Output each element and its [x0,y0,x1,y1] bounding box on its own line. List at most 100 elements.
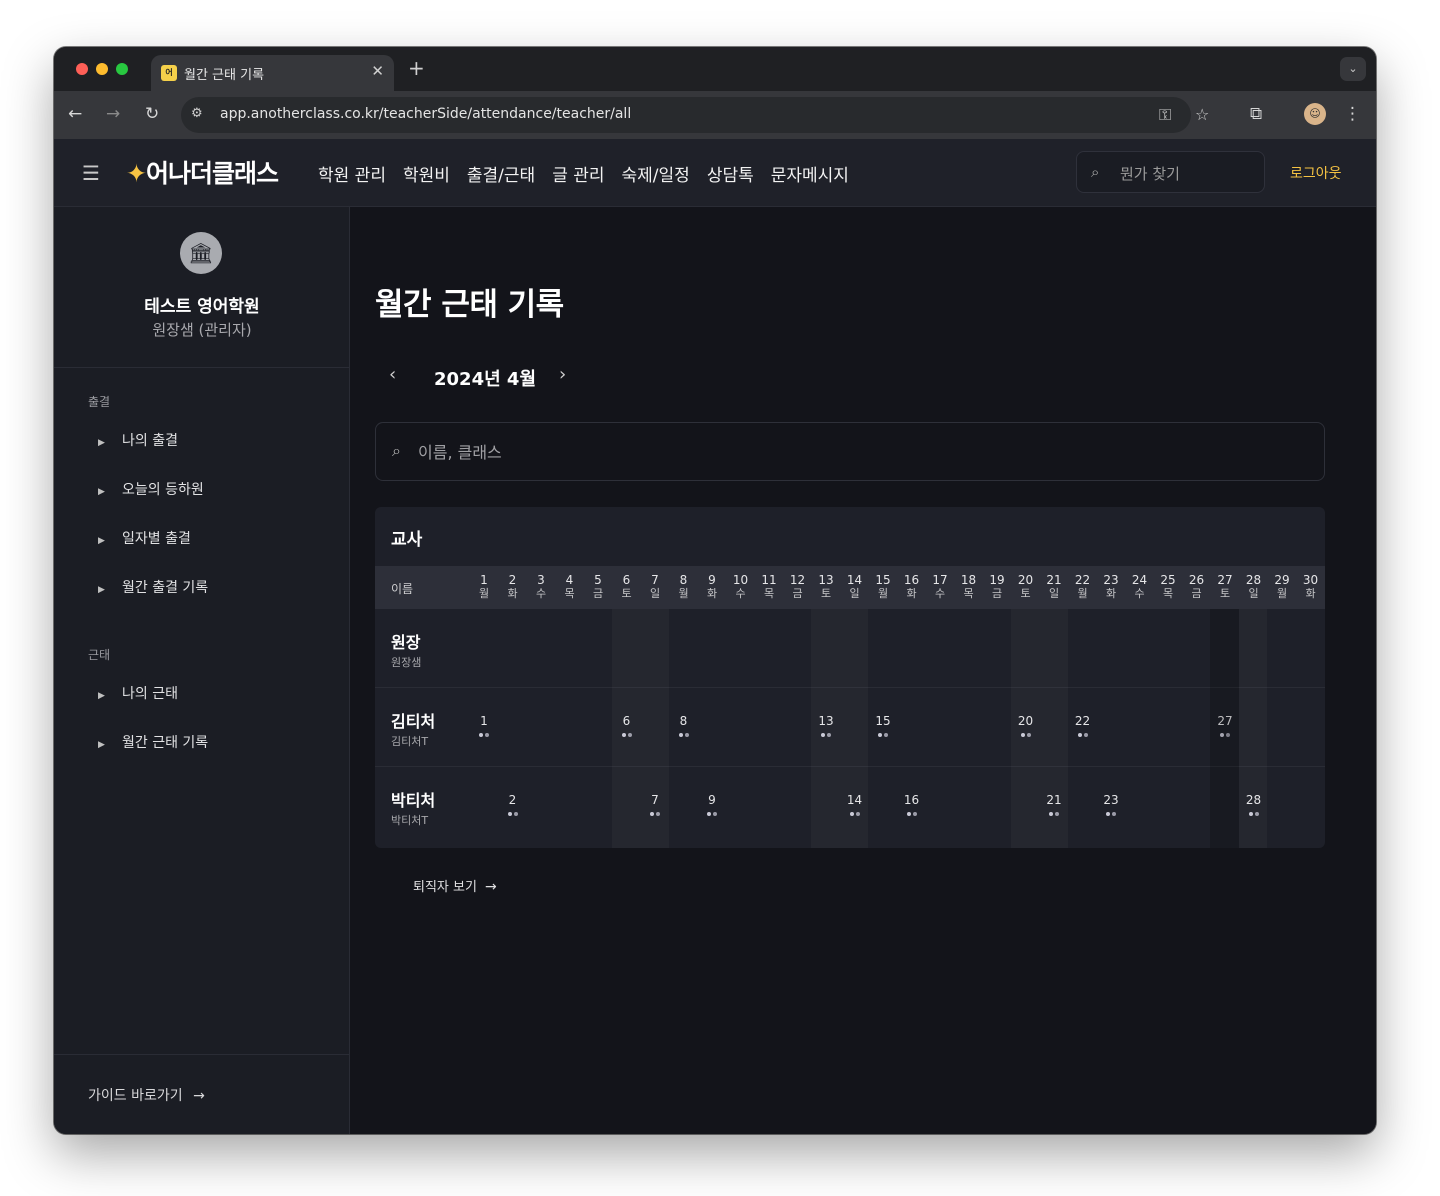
attendance-table: 교사 이름 1 월 2 화 3 수 4 목 5 금 6 토 7 일 8 월 9 화 10 수 11 목 12 금 13 토 14 일 1… [375,507,1325,848]
day-number: 19 [989,573,1005,587]
teacher-name: 박티처 [391,791,436,810]
day-weekday: 수 [535,587,547,600]
day-column-header: 5금 [584,574,612,601]
nav-item-fees[interactable]: 학원비 [403,161,450,186]
day-number: 23 [1103,573,1119,587]
sidebar-item-today-checkin[interactable]: ▶ 오늘의 등하원 [98,479,204,499]
minimize-window-button[interactable] [96,63,108,75]
guide-link[interactable]: 가이드 바로가기 → [88,1085,205,1105]
column-shade [1011,609,1068,848]
nav-item-academy[interactable]: 학원 관리 [318,161,386,186]
attendance-day: 2 [508,793,517,807]
day-number: 22 [1074,573,1091,587]
day-column-header: 27 토 [1211,573,1239,601]
checkout-dot-icon [713,812,717,816]
day-number: 20 [1017,573,1034,587]
forward-icon[interactable]: → [106,104,120,124]
reload-icon[interactable]: ↻ [145,104,159,124]
sidebar-item-monthly-attendance[interactable]: ▶ 월간 출결 기록 [98,577,208,597]
teacher-name: 원장 [391,633,421,652]
attendance-cell[interactable]: 15 [869,714,897,737]
checkin-dot-icon [678,733,683,737]
day-weekday: 금 [592,587,604,600]
maximize-window-button[interactable] [116,63,128,75]
site-settings-icon[interactable]: ⚙ [191,106,203,121]
day-column-header: 23 화 [1097,573,1125,601]
day-number: 4 [565,573,574,587]
browser-menu-icon[interactable]: ⋮ [1344,104,1361,124]
address-bar[interactable]: ⚙ app.anotherclass.co.kr/teacherSide/att… [181,97,1209,133]
attendance-day: 16 [903,793,920,807]
global-search[interactable]: ⌕ 뭔가 찾기 [1076,151,1265,193]
day-weekday: 월 [1077,587,1088,600]
day-column-header: 14 일 [841,574,869,601]
checkout-dot-icon [513,812,518,816]
day-weekday: 월 [1276,587,1288,600]
chevron-right-icon[interactable]: › [559,364,566,385]
day-column-header: 1월 [470,574,498,601]
sidebar-item-my-attendance[interactable]: ▶ 나의 출결 [98,430,178,450]
day-number: 27 [1217,573,1233,587]
day-weekday: 목 [963,587,974,600]
retired-link-label: 퇴직자 보기 [413,880,477,895]
logo-spark-icon: ✦ [126,159,147,188]
search-input[interactable] [418,435,1298,469]
url-text[interactable]: app.anotherclass.co.kr/teacherSide/atten… [220,106,631,122]
attendance-cell[interactable]: 9 [698,793,726,816]
column-shade [1239,609,1268,848]
attendance-day: 1 [480,714,488,728]
new-tab-icon[interactable]: + [408,56,425,80]
checkout-dot-icon [485,733,489,737]
sidebar-item-monthly-work[interactable]: ▶ 월간 근태 기록 [98,732,208,752]
logout-button[interactable]: 로그아웃 [1290,163,1342,183]
sidebar-item-label: 나의 출결 [122,433,178,449]
checkin-dot-icon [1106,812,1110,816]
main-nav: 학원 관리 학원비 출결/근태 글 관리 숙제/일정 상담톡 문자메시지 [318,161,849,186]
day-weekday: 토 [820,587,832,600]
day-number: 16 [903,573,920,587]
close-window-button[interactable] [76,63,88,75]
nav-item-homework[interactable]: 숙제/일정 [622,161,690,186]
bookmark-star-icon[interactable]: ☆ [1195,105,1209,124]
password-key-icon[interactable]: ⚿ [1159,105,1171,125]
browser-tab[interactable]: 어 월간 근태 기록 ✕ [151,55,394,91]
logo[interactable]: ✦어나더클래스 [126,154,279,190]
attendance-cell[interactable]: 23 [1097,793,1125,816]
nav-item-posts[interactable]: 글 관리 [552,161,604,186]
day-weekday: 금 [991,587,1003,600]
global-search-placeholder: 뭔가 찾기 [1120,165,1180,183]
close-tab-icon[interactable]: ✕ [371,62,384,80]
back-icon[interactable]: ← [68,104,82,124]
attendance-cell[interactable]: 1 [470,714,498,737]
attendance-cell[interactable]: 22 [1069,714,1097,737]
sidebar-item-label: 나의 근태 [122,686,178,702]
attendance-cell[interactable]: 8 [670,714,698,737]
sidebar-section-attendance: 출결 [88,395,111,409]
chevron-left-icon[interactable]: ‹ [389,364,396,385]
nav-item-consult[interactable]: 상담톡 [707,161,754,186]
sidebar-item-daily-attendance[interactable]: ▶ 일자별 출결 [98,528,191,548]
attendance-cell[interactable]: 2 [499,793,527,816]
attendance-day: 22 [1074,714,1091,728]
column-shade [811,609,868,848]
nav-item-attendance[interactable]: 출결/근태 [467,161,535,186]
nav-item-sms[interactable]: 문자메시지 [771,161,849,186]
day-weekday: 월 [478,587,490,600]
retired-link[interactable]: 퇴직자 보기 → [413,876,497,895]
attendance-cell[interactable]: 16 [898,793,926,816]
checkout-dot-icon [912,812,917,816]
teacher-name: 김티처 [391,712,436,731]
day-weekday: 목 [763,587,775,600]
sidebar-item-my-work[interactable]: ▶ 나의 근태 [98,683,178,703]
day-number: 21 [1046,573,1062,587]
status-dots-icon [1097,812,1125,816]
extensions-icon[interactable]: ⧉ [1250,104,1262,124]
tab-search-icon[interactable]: ⌄ [1340,57,1366,81]
checkout-dot-icon [1083,733,1088,737]
day-weekday: 수 [735,587,746,600]
day-number: 28 [1245,573,1262,587]
hamburger-menu-icon[interactable]: ☰ [82,161,100,185]
caret-right-icon: ▶ [98,740,105,750]
profile-avatar-icon[interactable]: ☺ [1304,103,1326,125]
user-role: 원장샘 (관리자) [152,321,252,339]
